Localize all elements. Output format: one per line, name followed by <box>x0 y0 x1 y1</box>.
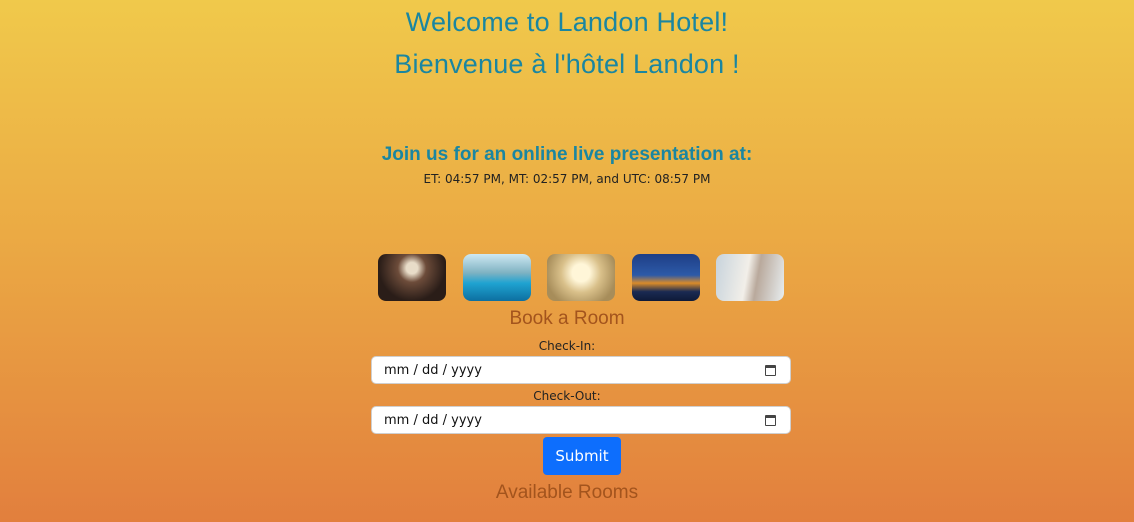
calendar-icon[interactable] <box>765 365 776 376</box>
submit-button[interactable]: Submit <box>543 437 621 475</box>
bedroom-image <box>378 254 446 301</box>
checkin-date-field[interactable] <box>371 356 791 384</box>
checkout-date-input[interactable] <box>372 407 790 433</box>
wedding-couple-image <box>716 254 784 301</box>
checkin-date-input[interactable] <box>372 357 790 383</box>
presentation-heading: Join us for an online live presentation … <box>381 144 753 165</box>
presentation-times: ET: 04:57 PM, MT: 02:57 PM, and UTC: 08:… <box>423 172 711 186</box>
landing-page: Welcome to Landon Hotel! Bienvenue à l'h… <box>0 0 1134 522</box>
checkin-label: Check-In: <box>538 339 596 353</box>
book-room-heading: Book a Room <box>509 308 625 329</box>
dining-hall-image <box>547 254 615 301</box>
calendar-icon[interactable] <box>765 415 776 426</box>
checkout-label: Check-Out: <box>533 389 601 403</box>
pool-image <box>463 254 531 301</box>
image-gallery <box>378 254 786 301</box>
checkout-date-field[interactable] <box>371 406 791 434</box>
london-parliament-image <box>632 254 700 301</box>
available-rooms-heading: Available Rooms <box>495 482 639 503</box>
welcome-title-french: Bienvenue à l'hôtel Landon ! <box>394 49 740 79</box>
welcome-title-english: Welcome to Landon Hotel! <box>405 7 729 37</box>
